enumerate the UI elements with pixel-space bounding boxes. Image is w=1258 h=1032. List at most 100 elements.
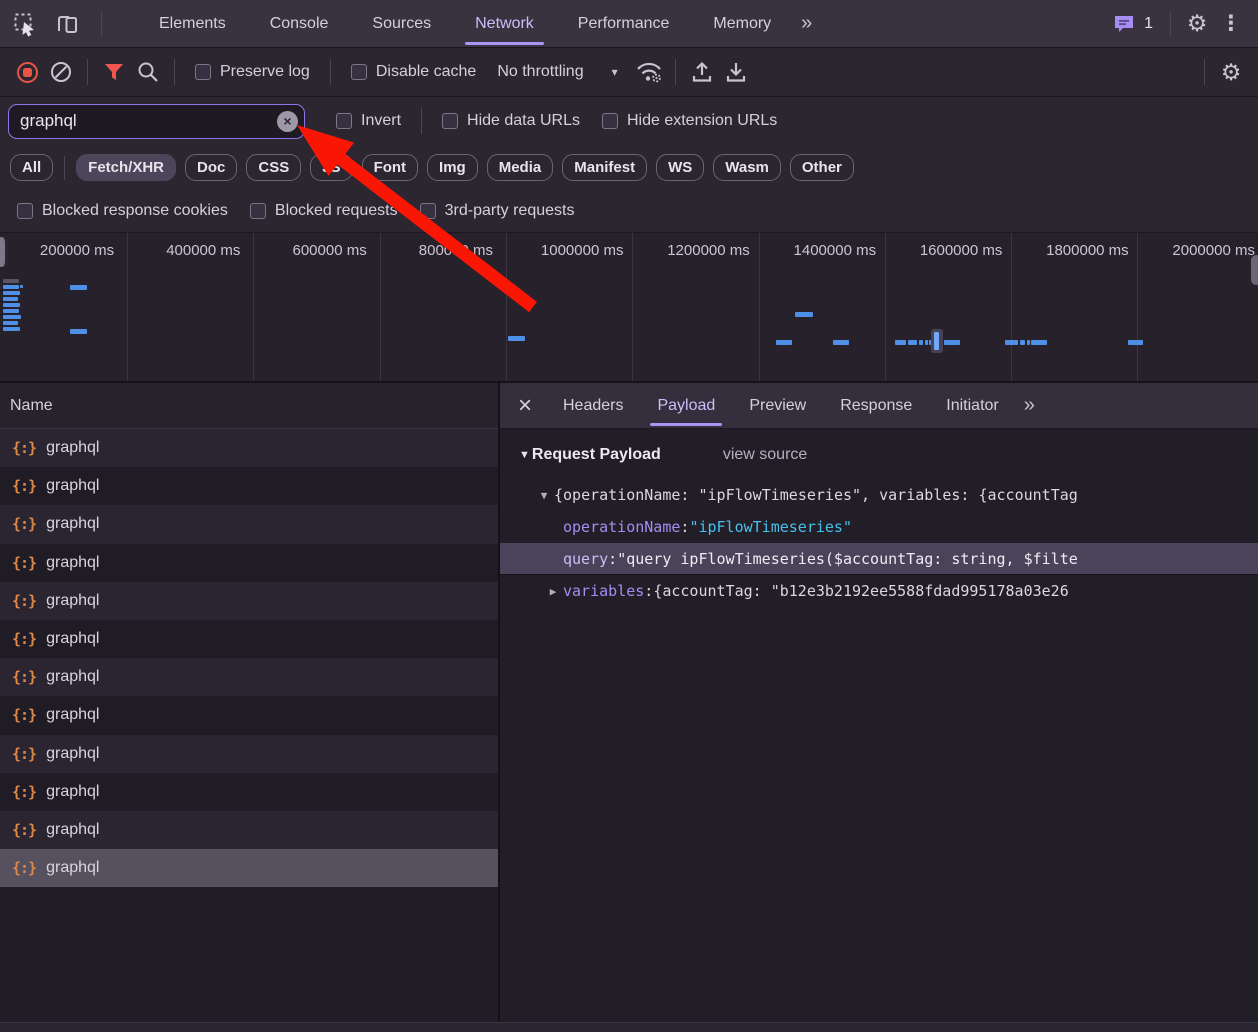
throttling-select[interactable]: No throttling ▾ xyxy=(497,63,617,81)
hide-extension-urls-checkbox[interactable] xyxy=(602,113,618,129)
waterfall-bar[interactable] xyxy=(944,340,960,345)
hide-data-urls-toggle[interactable]: Hide data URLs xyxy=(442,112,580,130)
detail-tab-initiator[interactable]: Initiator xyxy=(929,383,1015,428)
waterfall-bar[interactable] xyxy=(3,285,19,289)
settings-gear-icon[interactable]: ⚙ xyxy=(1180,7,1214,41)
filter-chip-js[interactable]: JS xyxy=(310,154,352,181)
blocked-requests-checkbox[interactable] xyxy=(250,203,266,219)
detail-tab-payload[interactable]: Payload xyxy=(640,383,732,428)
filter-chip-all[interactable]: All xyxy=(10,154,53,181)
waterfall-bar[interactable] xyxy=(1027,340,1030,345)
waterfall-bar[interactable] xyxy=(1020,340,1025,345)
waterfall-bar[interactable] xyxy=(70,285,87,290)
import-har-icon[interactable] xyxy=(685,55,719,89)
waterfall-bar[interactable] xyxy=(3,321,18,325)
waterfall-bar[interactable] xyxy=(1128,340,1143,345)
request-row[interactable]: {:}graphql xyxy=(0,735,498,773)
view-source-link[interactable]: view source xyxy=(723,446,807,464)
waterfall-bar[interactable] xyxy=(833,340,849,345)
network-conditions-icon[interactable] xyxy=(632,55,666,89)
detail-tab-preview[interactable]: Preview xyxy=(732,383,823,428)
filter-chip-ws[interactable]: WS xyxy=(656,154,704,181)
filter-chip-fetch-xhr[interactable]: Fetch/XHR xyxy=(76,154,176,181)
waterfall-bar[interactable] xyxy=(3,309,19,313)
request-row[interactable]: {:}graphql xyxy=(0,811,498,849)
request-row[interactable]: {:}graphql xyxy=(0,773,498,811)
tab-sources[interactable]: Sources xyxy=(350,0,453,47)
toggle-blocked-response-cookies[interactable]: Blocked response cookies xyxy=(17,202,228,220)
filter-chip-manifest[interactable]: Manifest xyxy=(562,154,647,181)
toggle-3rd-party-requests[interactable]: 3rd-party requests xyxy=(420,202,575,220)
tab-performance[interactable]: Performance xyxy=(556,0,692,47)
request-row[interactable]: {:}graphql xyxy=(0,620,498,658)
payload-row[interactable]: ▼{operationName: "ipFlowTimeseries", var… xyxy=(500,479,1258,511)
disable-cache-toggle[interactable]: Disable cache xyxy=(351,63,477,81)
request-row[interactable]: {:}graphql xyxy=(0,658,498,696)
search-icon[interactable] xyxy=(131,55,165,89)
record-network-log-button[interactable] xyxy=(10,55,44,89)
export-har-icon[interactable] xyxy=(719,55,753,89)
request-row[interactable]: {:}graphql xyxy=(0,544,498,582)
waterfall-bar[interactable] xyxy=(1031,340,1047,345)
toggle-blocked-requests[interactable]: Blocked requests xyxy=(250,202,398,220)
request-row[interactable]: {:}graphql xyxy=(0,505,498,543)
request-row[interactable]: {:}graphql xyxy=(0,696,498,734)
timeline-scroll-handle-left[interactable] xyxy=(0,237,8,267)
detail-tab-headers[interactable]: Headers xyxy=(546,383,640,428)
filter-input[interactable] xyxy=(8,104,305,139)
waterfall-bar[interactable] xyxy=(895,340,906,345)
payload-row[interactable]: ▶variables: {accountTag: "b12e3b2192ee55… xyxy=(500,575,1258,607)
payload-row[interactable]: operationName: "ipFlowTimeseries" xyxy=(500,511,1258,543)
issues-button[interactable]: 1 xyxy=(1104,13,1161,35)
bottom-scrollbar-strip[interactable] xyxy=(0,1022,1258,1032)
preserve-log-toggle[interactable]: Preserve log xyxy=(195,63,310,81)
filter-icon[interactable] xyxy=(97,55,131,89)
invert-toggle[interactable]: Invert xyxy=(336,112,401,130)
request-row[interactable]: {:}graphql xyxy=(0,849,498,887)
filter-chip-wasm[interactable]: Wasm xyxy=(713,154,781,181)
disable-cache-checkbox[interactable] xyxy=(351,64,367,80)
tab-elements[interactable]: Elements xyxy=(137,0,248,47)
waterfall-bar[interactable] xyxy=(3,327,20,331)
filter-chip-img[interactable]: Img xyxy=(427,154,478,181)
waterfall-bar[interactable] xyxy=(3,315,21,319)
filter-chip-font[interactable]: Font xyxy=(362,154,418,181)
expander-icon[interactable]: ▶ xyxy=(543,585,563,598)
timeline-scroll-handle-right[interactable] xyxy=(1251,255,1258,285)
inspect-element-icon[interactable] xyxy=(8,7,42,41)
waterfall-bar[interactable] xyxy=(3,291,20,295)
filter-chip-css[interactable]: CSS xyxy=(246,154,301,181)
hide-extension-urls-toggle[interactable]: Hide extension URLs xyxy=(602,112,777,130)
request-row[interactable]: {:}graphql xyxy=(0,582,498,620)
filter-chip-other[interactable]: Other xyxy=(790,154,854,181)
filter-chip-doc[interactable]: Doc xyxy=(185,154,237,181)
overflow-menu-icon[interactable]: ⋮ xyxy=(1214,7,1248,41)
more-detail-tabs-icon[interactable]: » xyxy=(1016,394,1042,417)
3rd-party-requests-checkbox[interactable] xyxy=(420,203,436,219)
filter-chip-media[interactable]: Media xyxy=(487,154,554,181)
tab-console[interactable]: Console xyxy=(248,0,351,47)
request-row[interactable]: {:}graphql xyxy=(0,467,498,505)
waterfall-bar[interactable] xyxy=(3,303,20,307)
preserve-log-checkbox[interactable] xyxy=(195,64,211,80)
more-panels-icon[interactable]: » xyxy=(793,12,819,35)
waterfall-bar[interactable] xyxy=(919,340,923,345)
request-row[interactable]: {:}graphql xyxy=(0,429,498,467)
waterfall-bar[interactable] xyxy=(3,297,18,301)
blocked-response-cookies-checkbox[interactable] xyxy=(17,203,33,219)
waterfall-bar[interactable] xyxy=(795,312,813,317)
close-details-icon[interactable]: × xyxy=(508,389,542,423)
waterfall-bar[interactable] xyxy=(1005,340,1018,345)
clear-filter-icon[interactable]: × xyxy=(277,111,298,132)
detail-tab-response[interactable]: Response xyxy=(823,383,929,428)
clear-network-log-icon[interactable] xyxy=(44,55,78,89)
waterfall-bar[interactable] xyxy=(908,340,917,345)
network-settings-gear-icon[interactable]: ⚙ xyxy=(1214,55,1248,89)
payload-row[interactable]: query: "query ipFlowTimeseries($accountT… xyxy=(500,543,1258,575)
tab-memory[interactable]: Memory xyxy=(691,0,793,47)
collapse-triangle-icon[interactable]: ▼ xyxy=(519,449,530,461)
name-column-header[interactable]: Name xyxy=(0,383,498,429)
waterfall-bar[interactable] xyxy=(70,329,87,334)
expander-icon[interactable]: ▼ xyxy=(534,489,554,502)
waterfall-bar[interactable] xyxy=(20,285,23,288)
